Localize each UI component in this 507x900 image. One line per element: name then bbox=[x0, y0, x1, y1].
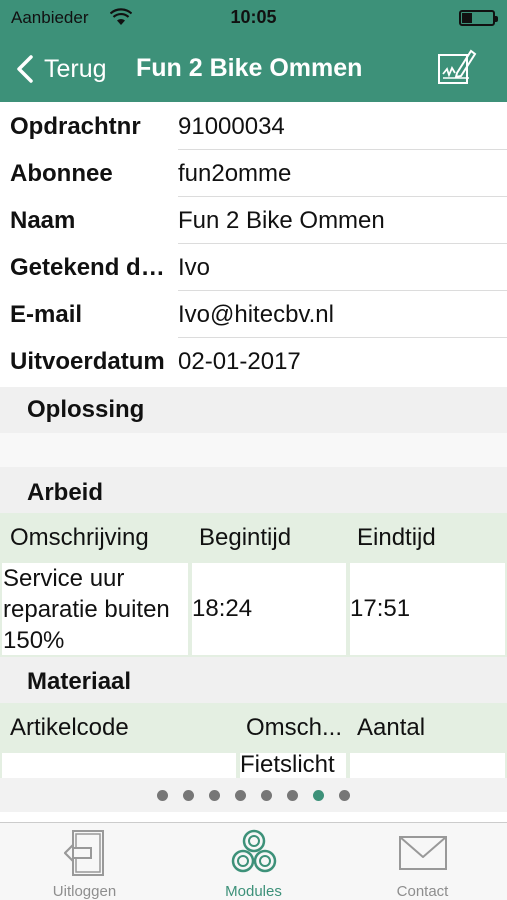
table-row: Fietslicht bbox=[0, 751, 507, 778]
cell-eindtijd: 17:51 bbox=[350, 563, 505, 655]
tab-contact[interactable]: Contact bbox=[338, 827, 507, 900]
cell-artikelcode bbox=[2, 753, 236, 778]
column-header-eindtijd: Eindtijd bbox=[357, 524, 436, 551]
page-title: Fun 2 Bike Ommen bbox=[136, 54, 363, 82]
detail-label: Opdrachtnr bbox=[10, 112, 141, 140]
detail-row-abonnee: Abonnee fun2omme bbox=[0, 150, 507, 197]
page-indicator[interactable] bbox=[0, 778, 507, 812]
page-dot-active[interactable] bbox=[313, 789, 324, 801]
detail-label: Uitvoerdatum bbox=[10, 347, 165, 375]
back-button[interactable]: Terug bbox=[14, 54, 107, 84]
section-header-arbeid: Arbeid bbox=[0, 467, 507, 513]
page-dot[interactable] bbox=[183, 789, 194, 801]
detail-label: Getekend door bbox=[10, 253, 178, 281]
arbeid-table-header: Omschrijving Begintijd Eindtijd bbox=[0, 513, 507, 561]
tab-modules[interactable]: Modules bbox=[169, 827, 338, 900]
detail-row-naam: Naam Fun 2 Bike Ommen bbox=[0, 197, 507, 244]
page-dot[interactable] bbox=[261, 789, 272, 801]
modules-icon bbox=[231, 829, 276, 873]
cell-omschrijving: Service uur reparatie buiten 150% bbox=[2, 563, 188, 655]
battery-icon bbox=[459, 10, 498, 26]
signature-icon[interactable] bbox=[437, 47, 477, 87]
logout-icon bbox=[63, 830, 104, 876]
detail-label: E-mail bbox=[10, 300, 83, 328]
detail-row-getekend-door: Getekend door Ivo bbox=[0, 244, 507, 291]
materiaal-table-header: Artikelcode Omsch... Aantal bbox=[0, 703, 507, 751]
tab-label: Contact bbox=[396, 883, 449, 900]
detail-row-uitvoerdatum: Uitvoerdatum 02-01-2017 bbox=[0, 338, 507, 385]
column-header-aantal: Aantal bbox=[357, 714, 426, 741]
mail-icon bbox=[398, 836, 447, 870]
cell-omschrijving: Fietslicht bbox=[240, 753, 346, 778]
tab-label: Uitloggen bbox=[52, 883, 117, 900]
oplossing-content bbox=[0, 433, 507, 467]
detail-row-email: E-mail Ivo@hitecbv.nl bbox=[0, 291, 507, 338]
order-details: Opdrachtnr 91000034 Abonnee fun2omme Naa… bbox=[0, 103, 507, 385]
detail-value: 02-01-2017 bbox=[178, 347, 301, 375]
page-dot[interactable] bbox=[287, 789, 298, 801]
header: Aanbieder 10:05 Terug Fun 2 Bike Ommen bbox=[0, 0, 507, 102]
page-dot[interactable] bbox=[235, 789, 246, 801]
detail-value: fun2omme bbox=[178, 159, 292, 187]
tab-bar: Uitloggen Modules Contact bbox=[0, 822, 507, 900]
detail-row-opdrachtnr: Opdrachtnr 91000034 bbox=[0, 103, 507, 150]
column-header-omschrijving: Omschrijving bbox=[10, 524, 149, 551]
page-dot[interactable] bbox=[339, 789, 350, 801]
detail-value: Ivo@hitecbv.nl bbox=[178, 300, 334, 328]
chevron-left-icon bbox=[17, 55, 33, 83]
column-header-omschrijving: Omsch... bbox=[246, 714, 343, 741]
status-time: 10:05 bbox=[230, 7, 277, 27]
cell-begintijd: 18:24 bbox=[192, 563, 346, 655]
tab-label: Modules bbox=[225, 883, 282, 900]
cell-aantal bbox=[350, 753, 505, 778]
back-label: Terug bbox=[44, 54, 107, 83]
section-header-oplossing: Oplossing bbox=[0, 387, 507, 433]
detail-value: Fun 2 Bike Ommen bbox=[178, 206, 385, 234]
table-row: Service uur reparatie buiten 150% 18:24 … bbox=[0, 561, 507, 657]
status-bar: Aanbieder 10:05 bbox=[0, 0, 507, 36]
page-dot[interactable] bbox=[209, 789, 220, 801]
page-dot[interactable] bbox=[157, 789, 168, 801]
column-header-begintijd: Begintijd bbox=[199, 524, 292, 551]
detail-value: Ivo bbox=[178, 253, 211, 281]
detail-value: 91000034 bbox=[178, 112, 285, 140]
tab-uitloggen[interactable]: Uitloggen bbox=[0, 827, 169, 900]
detail-label: Naam bbox=[10, 206, 76, 234]
detail-label: Abonnee bbox=[10, 159, 113, 187]
section-header-materiaal: Materiaal bbox=[0, 657, 507, 703]
column-header-artikelcode: Artikelcode bbox=[10, 714, 129, 741]
navigation-bar: Terug Fun 2 Bike Ommen bbox=[0, 44, 507, 96]
